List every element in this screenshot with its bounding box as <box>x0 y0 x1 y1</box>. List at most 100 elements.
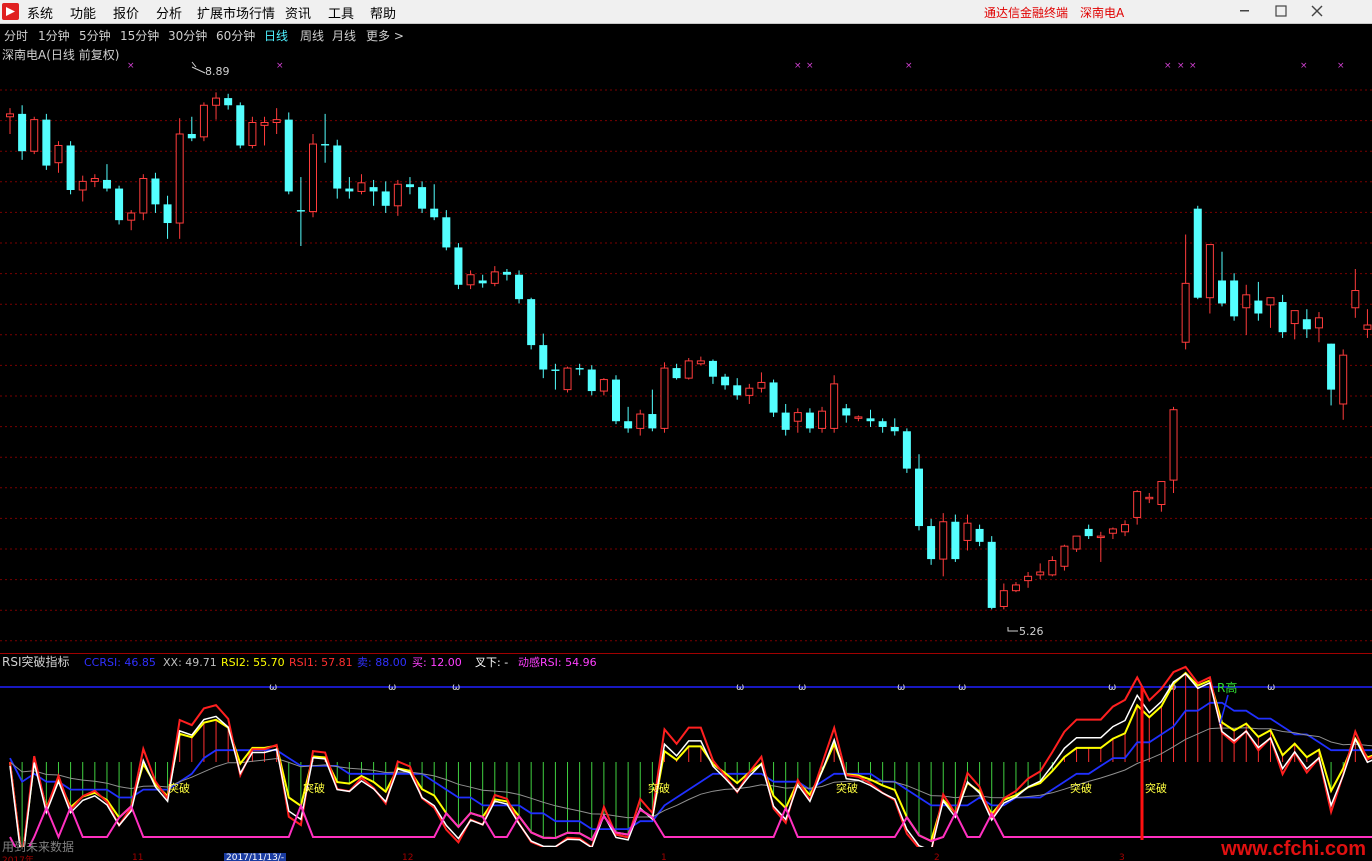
candle-body <box>127 212 136 221</box>
candle <box>1048 556 1057 577</box>
menu-function[interactable]: 功能 <box>70 3 96 22</box>
candle-body <box>333 145 342 189</box>
candle <box>102 164 111 192</box>
candle <box>490 266 499 287</box>
candle-body <box>369 187 378 192</box>
candle-body <box>381 191 390 206</box>
period-tab-daily[interactable]: 日线 <box>264 27 288 44</box>
menu-extended-market[interactable]: 扩展市场行情 <box>197 3 275 22</box>
indicator-legend-item: 叉下: - <box>475 656 508 669</box>
candle-body <box>175 133 184 224</box>
menu-system[interactable]: 系统 <box>27 3 53 22</box>
period-tab-30min[interactable]: 30分钟 <box>168 27 207 44</box>
watermark: www.cfchi.com <box>1221 838 1366 860</box>
period-tab-more[interactable]: 更多 > <box>366 27 404 44</box>
candle-body <box>321 144 330 146</box>
candle <box>430 184 439 221</box>
candle-body <box>1157 481 1166 506</box>
candlestick-chart[interactable]: × × × × × × × × × × 深南电A(日线 前复权) 8.89 5.26 <box>0 45 1372 653</box>
menu-quote[interactable]: 报价 <box>113 3 139 22</box>
candle <box>721 373 730 390</box>
rsi-indicator-chart[interactable]: RSI突破指标 CCRSI: 46.85 XX: 49.71 RSI2: 55.70… <box>0 653 1372 847</box>
candle-body <box>793 412 802 422</box>
date-cursor-label: 2017/11/13/- <box>224 853 287 861</box>
candle <box>987 536 996 610</box>
breakout-label-2: 突破 <box>303 781 325 795</box>
candle <box>527 297 536 350</box>
omega-marker: ω <box>1267 682 1275 693</box>
candle <box>660 362 669 433</box>
date-label-jan: 1 <box>661 853 667 861</box>
candle <box>636 409 645 436</box>
period-tab-monthly[interactable]: 月线 <box>332 27 356 44</box>
omega-marker: ω <box>1108 682 1116 693</box>
candle-body <box>1278 302 1287 333</box>
indicator-legend-item: CCRSI: 46.85 <box>84 656 156 669</box>
candle-body <box>1024 575 1033 582</box>
menu-analysis[interactable]: 分析 <box>156 3 182 22</box>
period-tab-60min[interactable]: 60分钟 <box>216 27 255 44</box>
period-tab-weekly[interactable]: 周线 <box>300 27 324 44</box>
candle-body <box>733 385 742 396</box>
candle <box>187 116 196 142</box>
candle <box>393 179 402 216</box>
candle <box>1363 309 1372 338</box>
event-marker-x: × <box>806 61 814 71</box>
indicator-legend-item: 卖: 88.00 <box>357 656 407 669</box>
menu-info[interactable]: 资讯 <box>285 3 311 22</box>
candle-body <box>927 526 936 560</box>
window-controls[interactable] <box>1238 5 1358 23</box>
candle-body <box>1133 491 1142 518</box>
candle <box>369 179 378 206</box>
candle-body <box>6 113 14 118</box>
candle-body <box>1121 524 1130 533</box>
candle-body <box>272 119 281 123</box>
candle <box>30 116 39 155</box>
candle <box>1084 524 1093 539</box>
period-tab-5min[interactable]: 5分钟 <box>79 27 111 44</box>
dynamic-rsi-line <box>9 672 1372 847</box>
candle-body <box>1169 409 1178 481</box>
indicator-legend-item: RSI1: 57.81 <box>289 656 353 669</box>
candle-body <box>1339 354 1348 405</box>
candle-body <box>587 369 596 392</box>
menu-tools[interactable]: 工具 <box>328 3 354 22</box>
low-price-label: 5.26 <box>1019 625 1044 638</box>
candle-body <box>309 143 317 213</box>
candle <box>54 141 63 173</box>
chart-title: 深南电A(日线 前复权) <box>2 47 119 62</box>
candle-body <box>1363 324 1372 330</box>
period-toolbar: 分时 1分钟 5分钟 15分钟 30分钟 60分钟 日线 周线 月线 更多 > <box>0 24 1372 45</box>
candle <box>212 92 221 120</box>
terminal-title: 通达信金融终端 <box>984 6 1069 20</box>
candle <box>769 379 778 417</box>
period-tab-15min[interactable]: 15分钟 <box>120 27 159 44</box>
candle-body <box>151 178 160 205</box>
period-tab-timeshare[interactable]: 分时 <box>4 27 28 44</box>
candle <box>1254 281 1263 321</box>
candle-body <box>842 408 851 416</box>
candle-body <box>1048 560 1057 576</box>
rsi-histogram <box>21 673 1368 847</box>
event-marker-x: × <box>127 61 135 71</box>
candle-body <box>624 421 633 429</box>
candle-body <box>745 387 754 396</box>
period-tab-1min[interactable]: 1分钟 <box>38 27 70 44</box>
window-controls-icon <box>1240 5 1323 17</box>
candle-body <box>818 410 827 429</box>
candle-body <box>30 119 39 152</box>
candle <box>757 372 766 393</box>
candle <box>345 177 354 199</box>
date-label-feb: 2 <box>934 853 940 861</box>
candle-body <box>442 217 451 248</box>
rsi2-line <box>9 671 1372 847</box>
candle-body <box>284 119 293 192</box>
candle <box>1242 284 1251 336</box>
r-high-pointer <box>1219 694 1229 725</box>
candle-body <box>1145 496 1154 500</box>
candle <box>1181 234 1190 350</box>
menu-help[interactable]: 帮助 <box>370 3 396 22</box>
candle-body <box>975 528 984 542</box>
candle-body <box>1327 343 1336 390</box>
candle-body <box>915 468 923 527</box>
